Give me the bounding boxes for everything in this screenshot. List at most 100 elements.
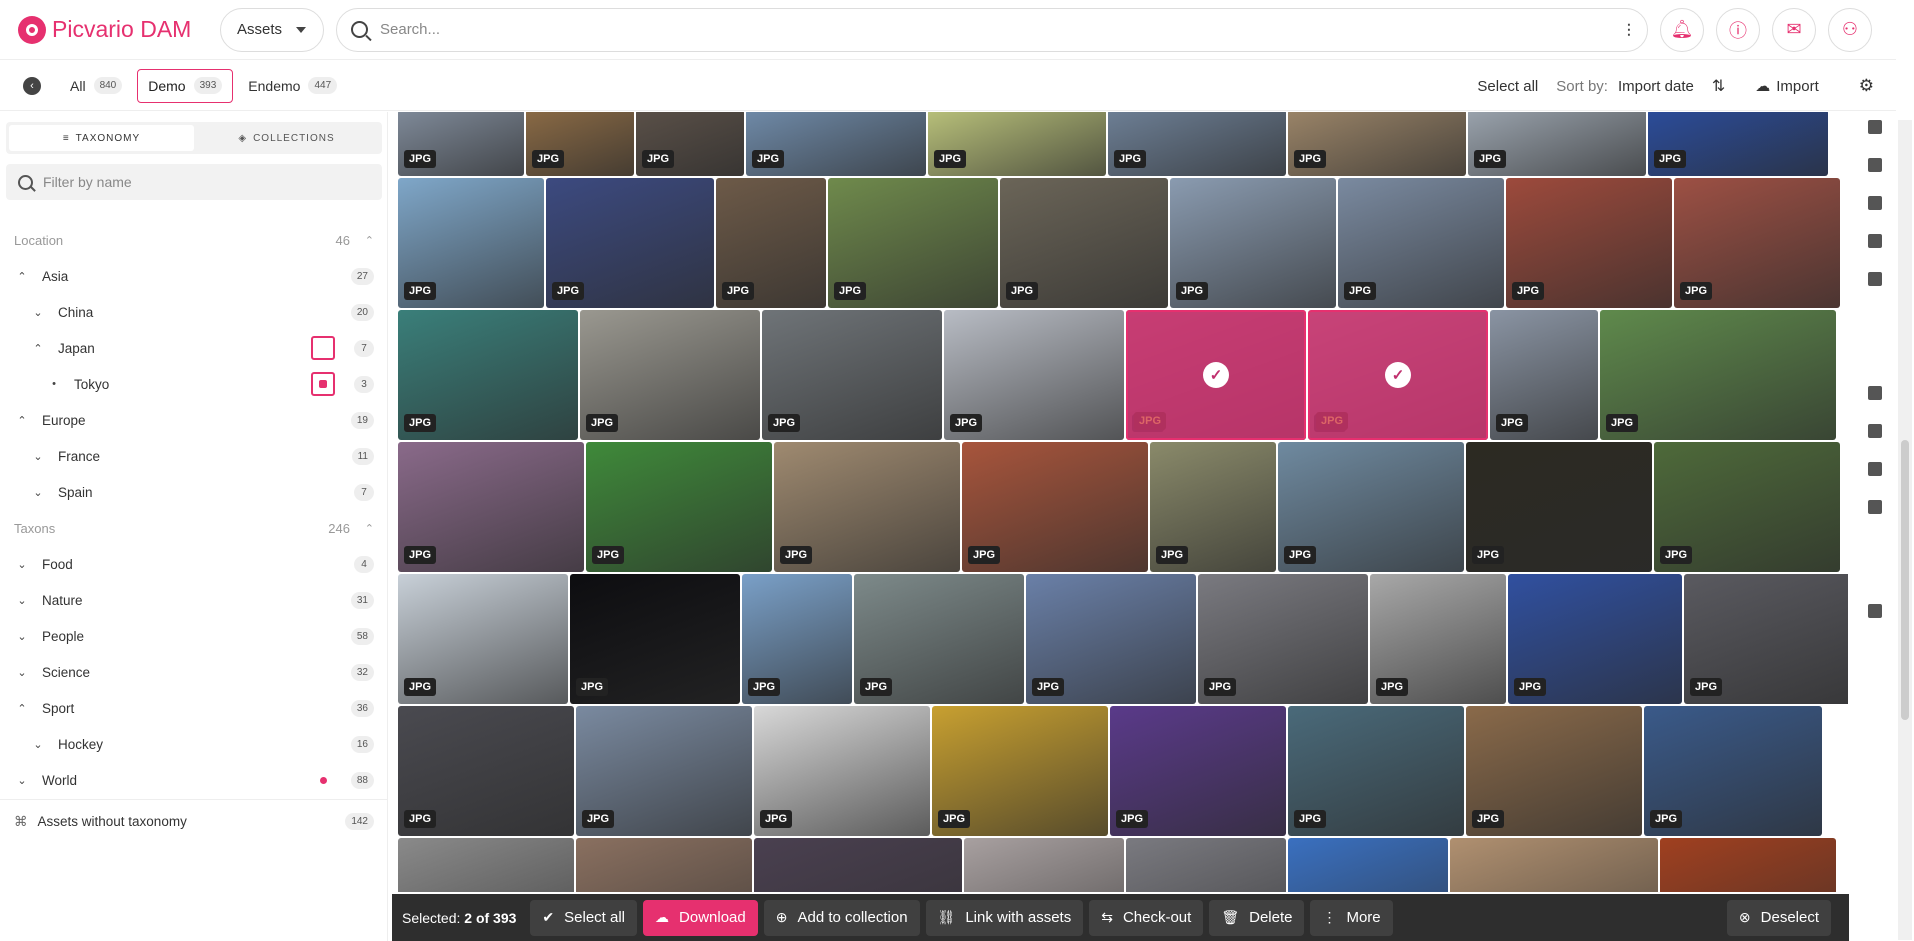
inbox-button[interactable]: ✉ xyxy=(1772,7,1816,52)
search-bar[interactable]: Search... ⫶ xyxy=(336,7,1648,52)
tree-item[interactable]: ⌄ People 58 xyxy=(0,618,388,654)
tab-taxonomy[interactable]: ≡ TAXONOMY xyxy=(9,125,194,151)
asset-thumbnail[interactable]: JPG xyxy=(398,706,574,836)
asset-thumbnail[interactable]: JPG xyxy=(1288,706,1464,836)
select-all-button[interactable]: ✔ Select all xyxy=(530,899,638,936)
asset-thumbnail[interactable]: JPG xyxy=(1660,838,1836,892)
tree-item-checkbox[interactable] xyxy=(311,336,335,360)
chevron-down-icon[interactable]: ⌄ xyxy=(16,558,28,571)
tree-item[interactable]: ⌄ France 11 xyxy=(0,438,388,474)
cloud-download-icon[interactable] xyxy=(1868,424,1882,438)
check-out-button[interactable]: ⇆ Check-out xyxy=(1089,899,1204,936)
tree-item[interactable]: • Tokyo 3 xyxy=(0,366,388,402)
import-button[interactable]: Import xyxy=(1776,78,1819,95)
asset-thumbnail[interactable]: JPG✓ JPG xyxy=(1126,310,1306,440)
tree-item[interactable]: ⌄ Nature 31 xyxy=(0,582,388,618)
chevron-down-icon[interactable]: ⌄ xyxy=(32,738,44,751)
asset-thumbnail[interactable]: JPG xyxy=(1450,838,1658,892)
tree-item[interactable]: ⌄ China 20 xyxy=(0,294,388,330)
asset-thumbnail[interactable]: JPG xyxy=(1288,838,1448,892)
asset-thumbnail[interactable]: JPG xyxy=(1490,310,1598,440)
asset-thumbnail[interactable]: JPG xyxy=(762,310,942,440)
film-icon[interactable] xyxy=(1868,234,1882,248)
asset-thumbnail[interactable]: JPG xyxy=(576,838,752,892)
edit-icon[interactable] xyxy=(1868,120,1882,134)
asset-thumbnail[interactable]: JPG xyxy=(398,442,584,572)
tree-item[interactable]: ⌃ Japan 7 xyxy=(0,330,388,366)
asset-thumbnail[interactable]: JPG✓ JPG xyxy=(1308,310,1488,440)
delete-button[interactable]: 🗑︎ Delete xyxy=(1209,899,1305,936)
check-icon[interactable]: ✓ xyxy=(1385,362,1411,388)
scope-dropdown[interactable]: Assets xyxy=(220,7,324,52)
chevron-down-icon[interactable]: ⌄ xyxy=(16,594,28,607)
logo[interactable]: Picvario DAM xyxy=(18,15,220,44)
tree-item[interactable]: ⌄ Food 4 xyxy=(0,546,388,582)
asset-thumbnail[interactable]: JPG xyxy=(774,442,960,572)
asset-thumbnail[interactable]: JPG xyxy=(398,112,524,176)
chevron-up-icon[interactable]: ⌃ xyxy=(365,234,374,247)
gear-icon[interactable]: ⚙ xyxy=(1859,76,1874,96)
tree-item[interactable]: ⌄ Hockey 16 xyxy=(0,726,388,762)
chevron-down-icon[interactable]: ⌄ xyxy=(16,666,28,679)
tree-item-checkbox[interactable] xyxy=(311,372,335,396)
sort-dropdown[interactable]: Import date xyxy=(1618,78,1694,95)
asset-thumbnail[interactable]: JPG xyxy=(1644,706,1822,836)
tree-section-header[interactable]: Taxons 246 ⌃ xyxy=(0,510,388,546)
add-to-collection-button[interactable]: ⊕ Add to collection xyxy=(763,899,920,936)
play-icon[interactable] xyxy=(1868,500,1882,514)
profile-button[interactable]: ⚇ xyxy=(1828,7,1872,52)
scrollbar-thumb[interactable] xyxy=(1901,440,1909,720)
asset-thumbnail[interactable]: JPG xyxy=(1000,178,1168,308)
chevron-up-icon[interactable]: ⌃ xyxy=(365,522,374,535)
asset-thumbnail[interactable]: JPG xyxy=(716,178,826,308)
cloud-upload-icon[interactable] xyxy=(1868,386,1882,400)
tree-item[interactable]: ⌃ Europe 19 xyxy=(0,402,388,438)
tree-item[interactable]: ⌄ Science 32 xyxy=(0,654,388,690)
asset-thumbnail[interactable]: JPG xyxy=(1674,178,1840,308)
asset-thumbnail[interactable]: JPG xyxy=(964,838,1124,892)
asset-thumbnail[interactable]: JPG xyxy=(1110,706,1286,836)
asset-thumbnail[interactable]: JPG xyxy=(1338,178,1504,308)
info-button[interactable]: ⓘ xyxy=(1716,7,1760,52)
asset-thumbnail[interactable]: JPG xyxy=(944,310,1124,440)
clipboard-icon[interactable] xyxy=(1868,158,1882,172)
chevron-down-icon[interactable]: ⌄ xyxy=(32,450,44,463)
chevron-down-icon[interactable]: ⌄ xyxy=(32,486,44,499)
asset-thumbnail[interactable]: JPG xyxy=(742,574,852,704)
assets-without-taxonomy[interactable]: ⌘ Assets without taxonomy 142 xyxy=(0,799,388,843)
deselect-button[interactable]: ⊗ Deselect xyxy=(1726,899,1831,936)
asset-thumbnail[interactable]: JPG xyxy=(546,178,714,308)
chevron-up-icon[interactable]: ⌃ xyxy=(16,414,28,427)
chevron-up-icon[interactable]: ⌃ xyxy=(32,342,44,355)
face-scan-icon[interactable] xyxy=(1868,196,1882,210)
tab-collections[interactable]: ◈ COLLECTIONS xyxy=(194,125,379,151)
asset-thumbnail[interactable]: JPG xyxy=(932,706,1108,836)
asset-thumbnail[interactable]: JPG xyxy=(580,310,760,440)
tree-section-header[interactable]: Location 46 ⌃ xyxy=(0,222,388,258)
asset-thumbnail[interactable]: JPG xyxy=(746,112,926,176)
check-icon[interactable]: ✓ xyxy=(1203,362,1229,388)
asset-thumbnail[interactable]: JPG xyxy=(1466,442,1652,572)
asset-thumbnail[interactable]: JPG xyxy=(854,574,1024,704)
collapse-sidebar-icon[interactable]: ‹ xyxy=(23,76,41,95)
select-all-link[interactable]: Select all xyxy=(1477,78,1538,95)
share-icon[interactable] xyxy=(1868,462,1882,476)
asset-thumbnail[interactable]: JPG xyxy=(1278,442,1464,572)
filter-input[interactable]: Filter by name xyxy=(6,164,382,200)
asset-thumbnail[interactable]: JPG xyxy=(1508,574,1682,704)
asset-thumbnail[interactable]: JPG xyxy=(1466,706,1642,836)
asset-thumbnail[interactable]: JPG xyxy=(636,112,744,176)
tree-item[interactable]: ⌄ Spain 7 xyxy=(0,474,388,510)
asset-thumbnail[interactable]: JPG xyxy=(1684,574,1848,704)
asset-thumbnail[interactable]: JPG xyxy=(928,112,1106,176)
asset-thumbnail[interactable]: JPG xyxy=(1150,442,1276,572)
tab-all[interactable]: All 840 xyxy=(59,69,133,103)
asset-thumbnail[interactable]: JPG xyxy=(1654,442,1840,572)
asset-thumbnail[interactable]: JPG xyxy=(1648,112,1828,176)
asset-thumbnail[interactable]: JPG xyxy=(1506,178,1672,308)
chevron-down-icon[interactable]: ⌄ xyxy=(16,774,28,787)
asset-thumbnail[interactable]: JPG xyxy=(1370,574,1506,704)
asset-thumbnail[interactable]: JPG xyxy=(754,706,930,836)
asset-thumbnail[interactable]: JPG xyxy=(586,442,772,572)
asset-thumbnail[interactable]: JPG xyxy=(1468,112,1646,176)
